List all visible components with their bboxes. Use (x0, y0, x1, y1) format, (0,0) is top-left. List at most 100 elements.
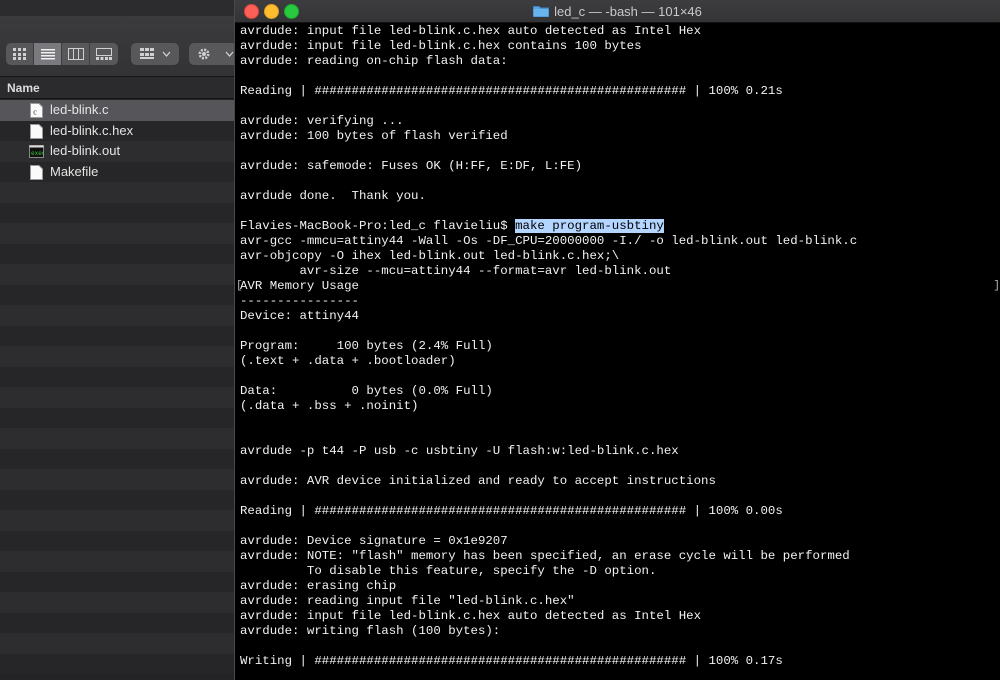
action-button[interactable] (189, 43, 240, 65)
shell-prompt: Flavies-MacBook-Pro:led_c flavieliu$ (240, 219, 516, 233)
terminal-line: avrdude -p t44 -P usb -c usbtiny -U flas… (240, 444, 679, 458)
file-name: Makefile (50, 163, 99, 179)
list-view-button[interactable] (34, 43, 62, 65)
svg-text:exec: exec (31, 150, 44, 157)
empty-row (0, 407, 240, 428)
terminal-line: Device: attiny44 (240, 309, 359, 323)
terminal-line: (.data + .bss + .noinit) (240, 399, 419, 413)
terminal-line: ---------------- (240, 294, 359, 308)
empty-row (0, 633, 240, 654)
terminal-line: avrdude done. Thank you. (240, 189, 426, 203)
empty-row (0, 653, 240, 674)
empty-row (0, 202, 240, 223)
empty-row (0, 510, 240, 531)
view-mode-segmented-control (6, 43, 118, 65)
document-icon (30, 164, 43, 180)
executable-icon: exec (29, 145, 44, 158)
terminal-line: avrdude: reading input file "led-blink.c… (240, 594, 575, 608)
document-icon (30, 123, 43, 139)
terminal-line: avrdude: NOTE: "flash" memory has been s… (240, 549, 850, 563)
window-title: led_c — -bash — 101×46 (235, 0, 1000, 22)
gallery-view-button[interactable] (90, 43, 118, 65)
terminal-line: Writing | ##############################… (240, 654, 783, 668)
empty-row (0, 448, 240, 469)
terminal-line: avrdude: reading on-chip flash data: (240, 54, 508, 68)
file-row[interactable]: c led-blink.c (0, 100, 240, 121)
terminal-output[interactable]: avrdude: input file led-blink.c.hex auto… (240, 24, 1000, 680)
terminal-line: avrdude: input file led-blink.c.hex auto… (240, 609, 702, 623)
file-name: led-blink.out (50, 143, 121, 158)
terminal-line: Reading | ##############################… (240, 84, 783, 98)
terminal-line: AVR Memory Usage (240, 279, 359, 293)
file-row[interactable]: led-blink.c.hex (0, 120, 240, 141)
empty-row (0, 223, 240, 244)
empty-row (0, 325, 240, 346)
folder-icon (533, 6, 550, 17)
empty-row (0, 489, 240, 510)
finder-window: Name c led-blink.c led-blink.c.hex exec … (0, 0, 240, 680)
empty-row (0, 592, 240, 613)
group-grid-icon (140, 48, 171, 59)
file-row[interactable]: exec led-blink.out (0, 141, 240, 162)
name-column-header[interactable]: Name (0, 77, 240, 99)
terminal-line: avrdude: safemode: Fuses OK (H:FF, E:DF,… (240, 159, 583, 173)
c-source-file-icon: c (30, 103, 43, 118)
terminal-line: avrdude: input file led-blink.c.hex cont… (240, 39, 642, 53)
empty-row (0, 305, 240, 326)
terminal-line: avrdude: input file led-blink.c.hex auto… (240, 24, 702, 38)
empty-row (0, 284, 240, 305)
finder-toolbar (0, 16, 240, 77)
file-list: c led-blink.c led-blink.c.hex exec led-b… (0, 100, 240, 674)
icon-view-button[interactable] (6, 43, 34, 65)
prompt-line: Flavies-MacBook-Pro:led_c flavieliu$ mak… (240, 219, 1000, 234)
terminal-line: avrdude: erasing chip (240, 579, 397, 593)
list-icon (40, 49, 55, 60)
group-by-button[interactable] (131, 43, 179, 65)
empty-row (0, 243, 240, 264)
terminal-line: Data: 0 bytes (0.0% Full) (240, 384, 493, 398)
empty-row (0, 530, 240, 551)
terminal-line: avrdude: writing flash (100 bytes): (240, 624, 501, 638)
terminal-line: avr-gcc -mmcu=attiny44 -Wall -Os -DF_CPU… (240, 234, 858, 248)
terminal-line: avr-objcopy -O ihex led-blink.out led-bl… (240, 249, 620, 263)
empty-row (0, 428, 240, 449)
terminal-line: avrdude: Device signature = 0x1e9207 (240, 534, 508, 548)
gallery-icon (96, 48, 112, 60)
empty-row (0, 551, 240, 572)
finder-titlebar[interactable] (0, 0, 240, 16)
highlighted-command[interactable]: make program-usbtiny (515, 219, 664, 233)
terminal-window: led_c — -bash — 101×46 [ ] avrdude: inpu… (234, 0, 1000, 680)
empty-row (0, 571, 240, 592)
window-title-text: led_c — -bash — 101×46 (554, 3, 702, 19)
terminal-line: avrdude: verifying ... (240, 114, 404, 128)
column-view-button[interactable] (62, 43, 90, 65)
empty-row (0, 182, 240, 203)
empty-row (0, 264, 240, 285)
file-row[interactable]: Makefile (0, 161, 240, 182)
empty-row (0, 387, 240, 408)
icon-grid-icon (12, 48, 26, 60)
empty-row (0, 612, 240, 633)
terminal-line: To disable this feature, specify the -D … (240, 564, 657, 578)
terminal-line: avr-size --mcu=attiny44 --format=avr led… (240, 264, 672, 278)
terminal-titlebar[interactable]: led_c — -bash — 101×46 (235, 0, 1000, 23)
empty-row (0, 366, 240, 387)
terminal-line: Reading | ##############################… (240, 504, 783, 518)
file-name: led-blink.c (50, 102, 109, 117)
empty-row (0, 346, 240, 367)
terminal-line: avrdude: AVR device initialized and read… (240, 474, 716, 488)
terminal-line: Program: 100 bytes (2.4% Full) (240, 339, 493, 353)
